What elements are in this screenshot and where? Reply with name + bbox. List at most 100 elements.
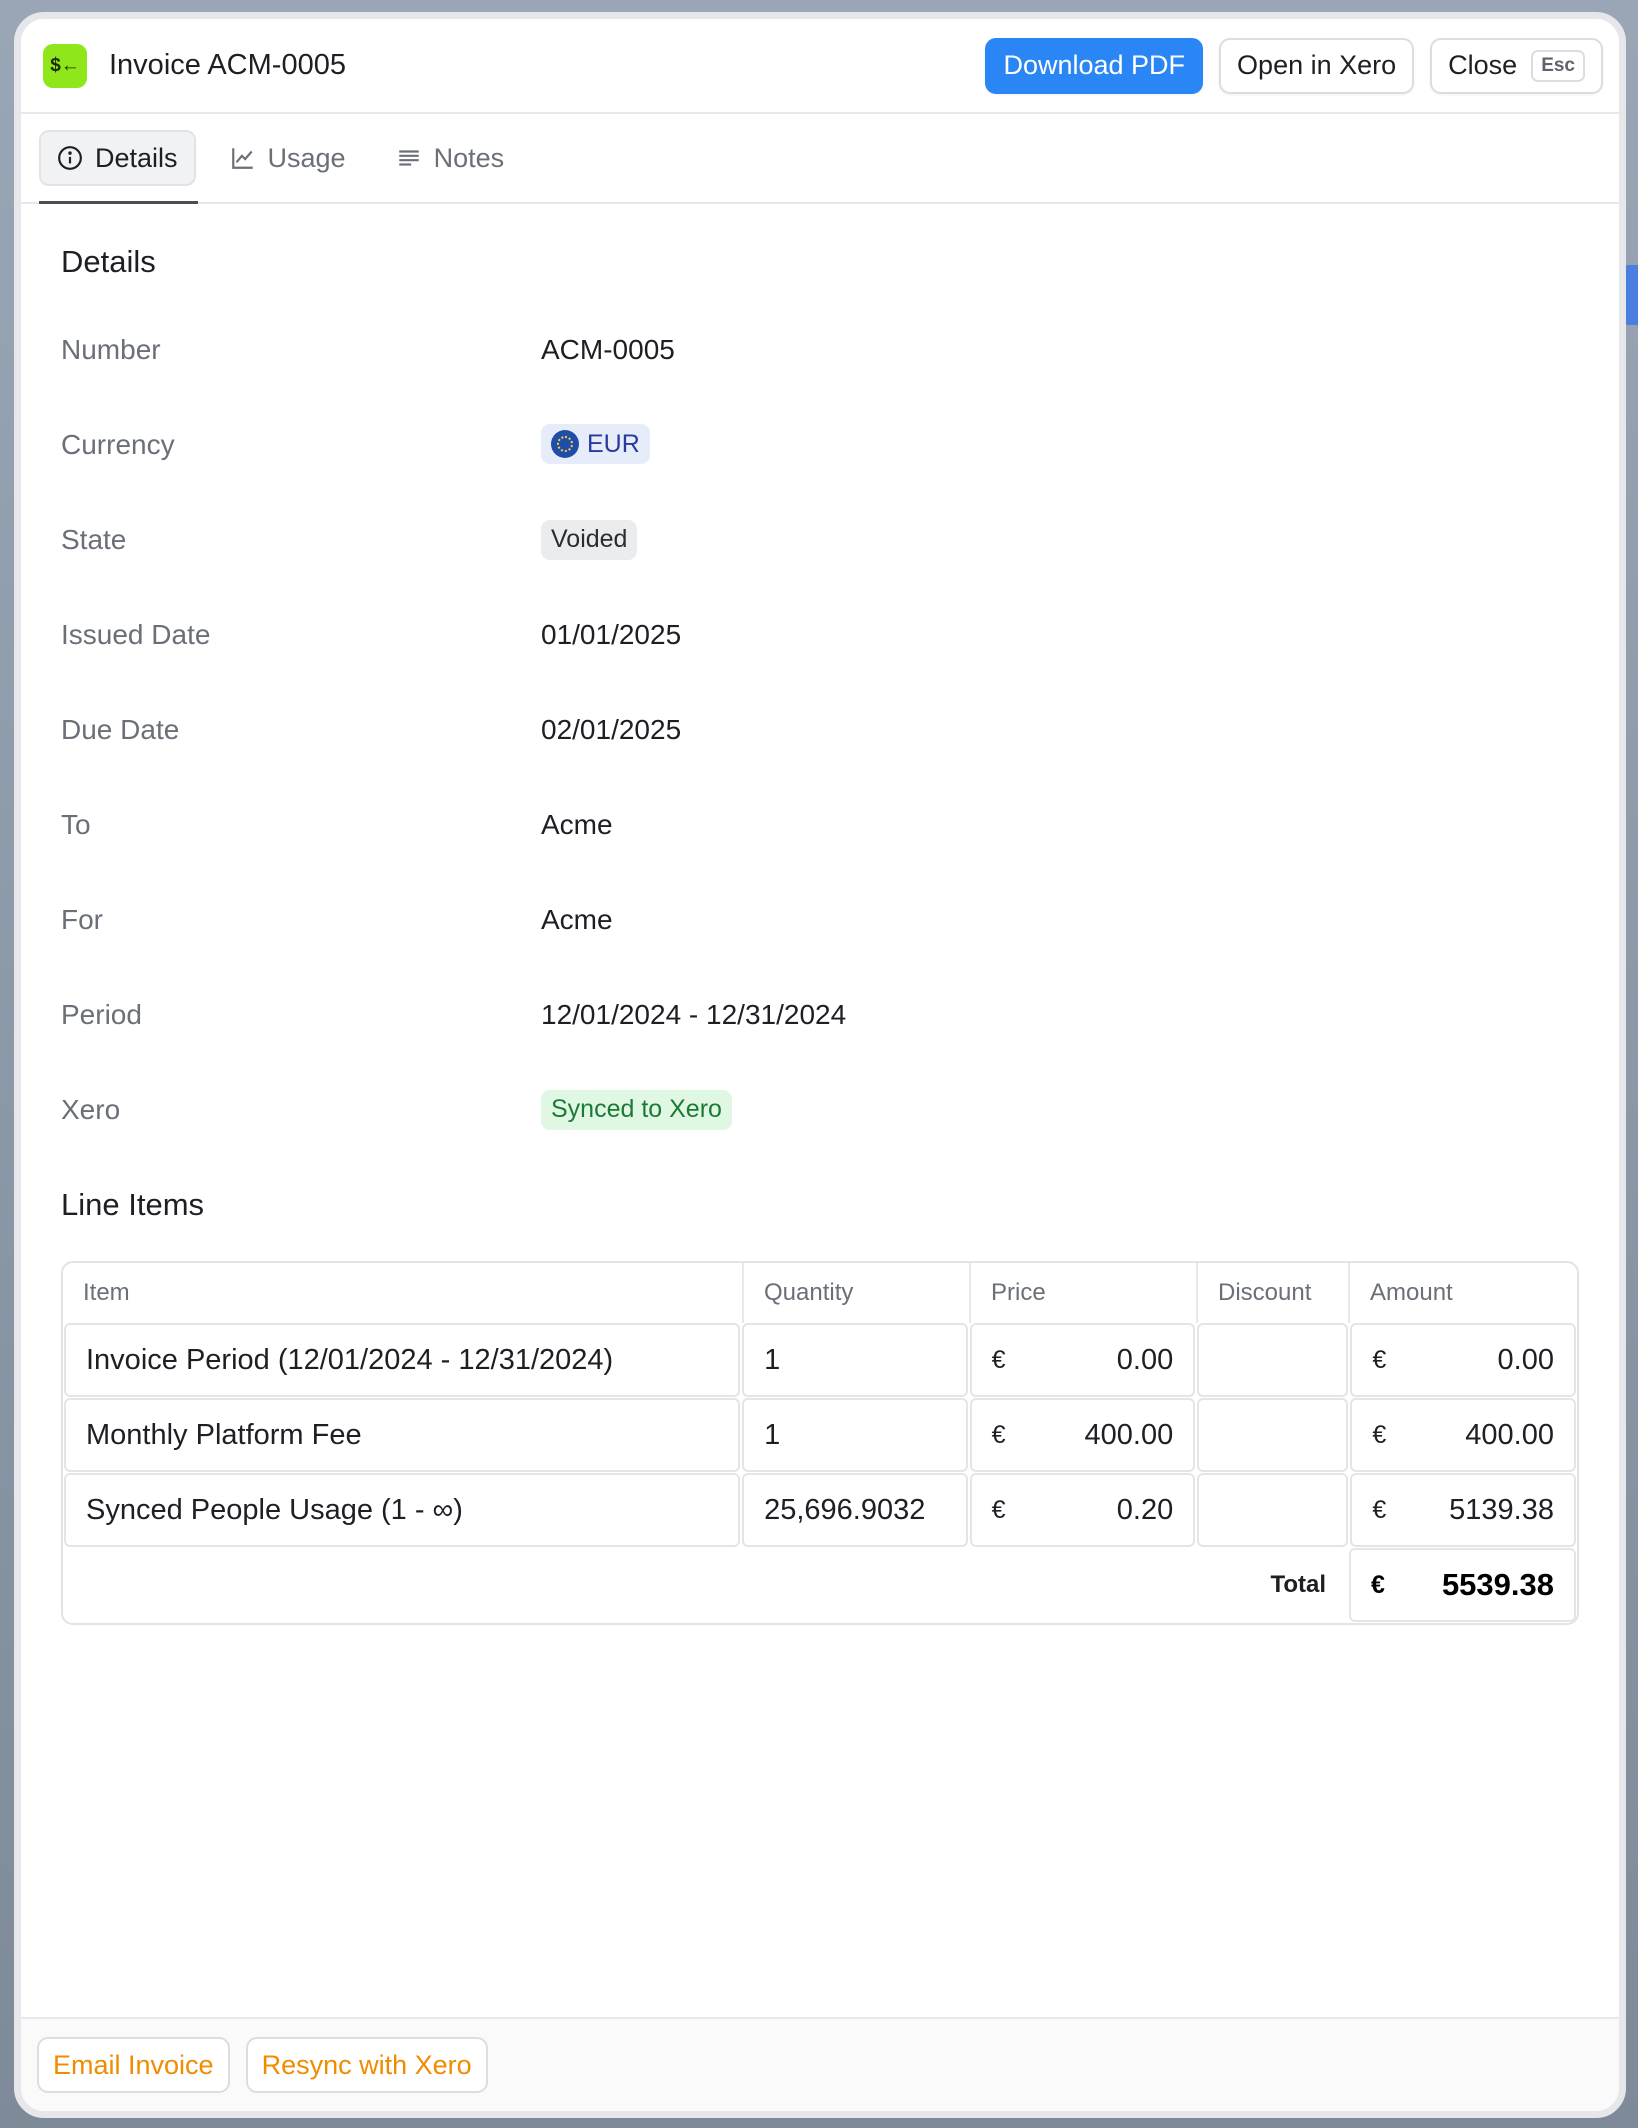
tab-bar: Details Usage Notes — [21, 114, 1619, 204]
euro-symbol: € — [991, 1495, 1006, 1524]
due-date-value: 02/01/2025 — [541, 713, 682, 745]
euro-symbol: € — [991, 1420, 1006, 1449]
total-value: 5539.38 — [1441, 1567, 1554, 1602]
chart-icon — [231, 148, 253, 169]
euro-symbol: € — [1372, 1420, 1387, 1449]
price-cell: € 0.20 — [969, 1473, 1196, 1547]
issued-date-value: 01/01/2025 — [541, 618, 682, 650]
state-badge: Voided — [541, 519, 638, 560]
table-row: Synced People Usage (1 - ∞) 25,696.9032 … — [63, 1473, 1577, 1548]
table-row: Invoice Period (12/01/2024 - 12/31/2024)… — [63, 1323, 1577, 1398]
field-label: Period — [61, 998, 142, 1030]
field-xero: Xero Synced to Xero — [61, 1062, 1579, 1157]
modal-title: Invoice ACM-0005 — [109, 49, 346, 81]
field-label: State — [61, 523, 127, 555]
for-value: Acme — [541, 903, 613, 935]
total-amount-cell: € 5539.38 — [1349, 1548, 1576, 1622]
modal-footer: Email Invoice Resync with Xero — [21, 2017, 1619, 2111]
price-cell: € 400.00 — [969, 1398, 1196, 1472]
invoice-app-icon: $← — [43, 43, 87, 88]
to-value: Acme — [541, 808, 613, 840]
amount-value: 0.00 — [1497, 1343, 1554, 1376]
discount-cell — [1197, 1473, 1349, 1547]
euro-symbol: € — [1371, 1570, 1385, 1599]
amount-value: 400.00 — [1465, 1418, 1554, 1451]
field-label: To — [61, 808, 91, 840]
backdrop-accent — [1624, 265, 1638, 325]
currency-value: EUR — [587, 429, 640, 458]
column-header-quantity: Quantity — [744, 1263, 971, 1323]
invoice-modal: $← Invoice ACM-0005 Download PDF Open in… — [14, 12, 1626, 2118]
open-in-xero-button[interactable]: Open in Xero — [1219, 37, 1415, 94]
resync-xero-button[interactable]: Resync with Xero — [245, 2037, 488, 2093]
field-issued-date: Issued Date 01/01/2025 — [61, 587, 1579, 682]
amount-cell: € 0.00 — [1350, 1323, 1576, 1397]
item-cell: Invoice Period (12/01/2024 - 12/31/2024) — [64, 1323, 741, 1397]
column-header-price: Price — [971, 1263, 1198, 1323]
open-in-xero-label: Open in Xero — [1237, 50, 1397, 80]
field-label: Xero — [61, 1093, 121, 1125]
field-to: To Acme — [61, 777, 1579, 872]
esc-shortcut-badge: Esc — [1531, 49, 1585, 82]
item-cell: Monthly Platform Fee — [64, 1398, 741, 1472]
table-row: Monthly Platform Fee 1 € 400.00 € 400.00 — [63, 1398, 1577, 1473]
details-section-title: Details — [61, 244, 156, 279]
modal-header: $← Invoice ACM-0005 Download PDF Open in… — [21, 19, 1619, 114]
download-pdf-label: Download PDF — [1003, 50, 1186, 80]
field-state: State Voided — [61, 492, 1579, 587]
field-period: Period 12/01/2024 - 12/31/2024 — [61, 967, 1579, 1062]
field-number: Number ACM-0005 — [61, 302, 1579, 397]
table-header: Item Quantity Price Discount Amount — [63, 1263, 1577, 1323]
tab-notes[interactable]: Notes — [380, 130, 521, 186]
line-items-section-title: Line Items — [61, 1187, 205, 1222]
xero-sync-badge: Synced to Xero — [541, 1089, 732, 1130]
period-value: 12/01/2024 - 12/31/2024 — [541, 998, 847, 1030]
email-invoice-label: Email Invoice — [53, 2049, 214, 2080]
price-cell: € 0.00 — [969, 1323, 1196, 1397]
price-value: 0.20 — [1116, 1493, 1174, 1526]
field-label: Currency — [61, 428, 175, 460]
amount-value: 5139.38 — [1449, 1493, 1554, 1526]
field-for: For Acme — [61, 872, 1579, 967]
euro-symbol: € — [1372, 1345, 1387, 1374]
tab-details-label: Details — [95, 142, 178, 173]
field-label: Due Date — [61, 713, 180, 745]
price-value: 0.00 — [1116, 1343, 1174, 1376]
details-panel: Details Number ACM-0005 Currency EUR Sta… — [21, 204, 1619, 2017]
download-pdf-button[interactable]: Download PDF — [985, 37, 1204, 94]
total-label: Total — [1270, 1571, 1326, 1598]
field-label: Number — [61, 333, 161, 365]
quantity-cell: 1 — [742, 1398, 968, 1472]
currency-badge: EUR — [541, 424, 650, 464]
field-label: Issued Date — [61, 618, 211, 650]
eu-flag-icon — [551, 430, 579, 458]
close-button[interactable]: Close Esc — [1430, 37, 1603, 94]
discount-cell — [1197, 1398, 1349, 1472]
resync-xero-label: Resync with Xero — [261, 2049, 472, 2080]
amount-cell: € 400.00 — [1350, 1398, 1576, 1472]
column-header-discount: Discount — [1198, 1263, 1350, 1323]
field-currency: Currency EUR — [61, 397, 1579, 492]
field-label: For — [61, 903, 103, 935]
quantity-cell: 1 — [742, 1323, 968, 1397]
tab-details[interactable]: Details — [39, 130, 198, 204]
lines-icon — [398, 150, 419, 166]
euro-symbol: € — [1372, 1495, 1387, 1524]
price-value: 400.00 — [1084, 1418, 1174, 1451]
field-due-date: Due Date 02/01/2025 — [61, 682, 1579, 777]
item-cell: Synced People Usage (1 - ∞) — [64, 1473, 741, 1547]
column-header-item: Item — [63, 1263, 744, 1323]
column-header-amount: Amount — [1370, 1279, 1453, 1306]
tab-notes-label: Notes — [433, 142, 505, 173]
close-label: Close — [1448, 50, 1518, 80]
discount-cell — [1197, 1323, 1349, 1397]
amount-cell: € 5139.38 — [1350, 1473, 1576, 1547]
info-icon — [58, 146, 82, 170]
tab-usage[interactable]: Usage — [214, 130, 362, 186]
line-items-table: Item Quantity Price Discount Amount Invo… — [61, 1261, 1579, 1625]
header-actions: Download PDF Open in Xero Close Esc — [985, 37, 1603, 94]
euro-symbol: € — [991, 1345, 1006, 1374]
quantity-cell: 25,696.9032 — [742, 1473, 968, 1547]
tab-usage-label: Usage — [267, 142, 346, 173]
email-invoice-button[interactable]: Email Invoice — [37, 2037, 230, 2093]
